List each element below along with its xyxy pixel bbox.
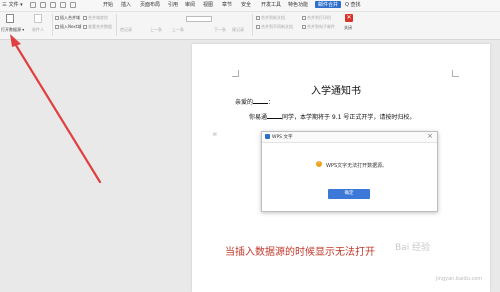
baidu-watermark-url: jingyan.baidu.com [436,276,483,282]
baidu-watermark: Bai 经验 [395,243,431,253]
